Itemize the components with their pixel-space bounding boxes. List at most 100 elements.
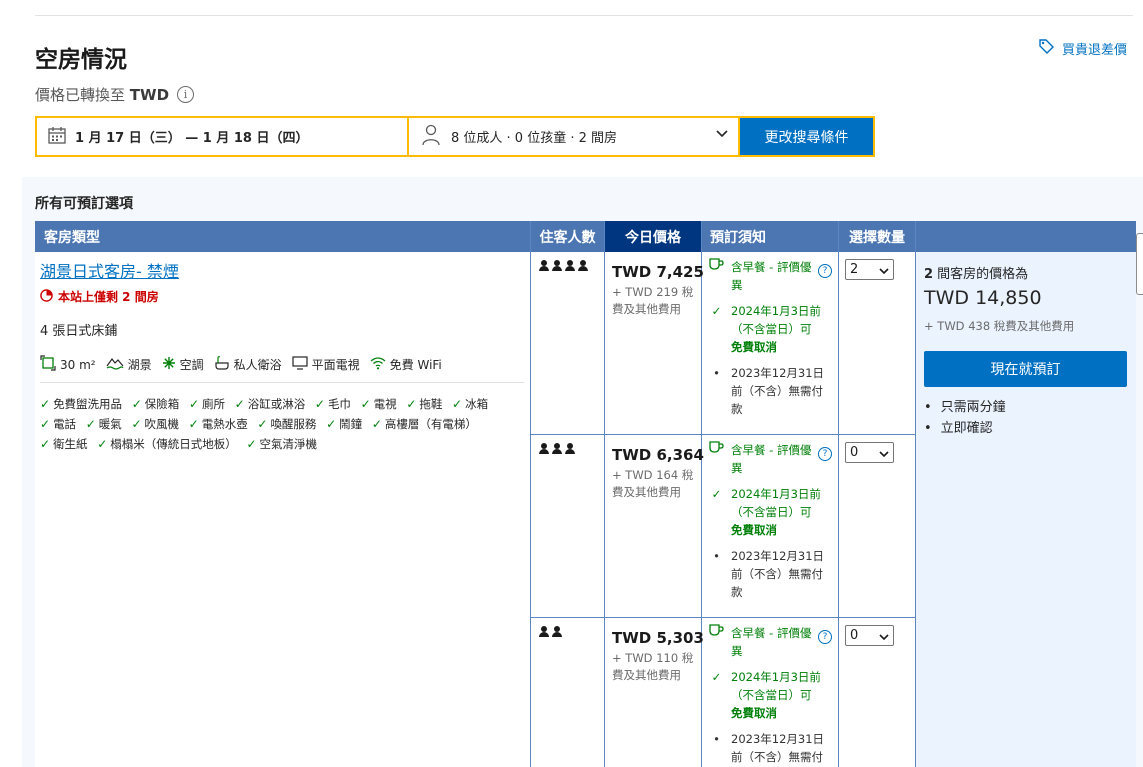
price-tax: + TWD 110 稅費及其他費用 [612, 651, 694, 682]
quantity-select[interactable]: 0 [845, 625, 894, 646]
quantity-select[interactable]: 2 [845, 259, 894, 280]
check-icon: ✓ [131, 397, 142, 411]
summary-bullets: 只需兩分鐘 立即確認 [924, 397, 1006, 439]
bullet-item: 只需兩分鐘 [924, 397, 1006, 418]
check-icon: ✓ [711, 304, 722, 318]
chevron-down-icon [879, 448, 889, 463]
change-search-button[interactable]: 更改搜尋條件 [740, 118, 873, 155]
guests-selector[interactable]: 8 位成人 · 0 位孩童 · 2 間房 [409, 118, 738, 155]
check-icon: ✓ [188, 417, 199, 431]
person-icon [577, 260, 589, 272]
bed-info: 4 張日式床鋪 [40, 324, 118, 339]
room-name-link[interactable]: 湖景日式客房- 禁煙 [40, 258, 179, 282]
side-feedback-tab[interactable] [1136, 233, 1143, 295]
currency-note: 價格已轉換至 TWD i [35, 84, 195, 105]
room-size-icon [40, 355, 56, 374]
person-icon [564, 260, 576, 272]
summary-count: 2 間客房的價格為 [924, 267, 1029, 282]
amenity-list: ✓ 免費盥洗用品 ✓ 保險箱 ✓ 廁所 ✓ 浴缸或淋浴 ✓ 毛巾 ✓ 電視 ✓ 拖鞋 ✓ 冰箱 … [40, 394, 520, 454]
amenity-item: ✓ 廁所 [189, 394, 225, 414]
meal-text: 含早餐 - 評價優異 [731, 626, 812, 658]
check-icon: ✓ [257, 417, 268, 431]
price-amount: TWD 7,425 [612, 263, 704, 281]
check-icon: ✓ [234, 397, 245, 411]
facility-item: 平面電視 [292, 356, 360, 373]
tv-icon [292, 356, 308, 373]
bullet-icon: • [713, 366, 720, 380]
header-conditions: 預訂須知 [702, 221, 838, 252]
check-icon: ✓ [360, 397, 371, 411]
help-icon[interactable]: ? [818, 630, 832, 644]
facility-item: 30 m² [40, 355, 96, 374]
cancel-text: 2024年1月3日前（不含當日）可 免費取消 [731, 304, 821, 354]
occupancy-icons [538, 443, 576, 455]
bathtub-icon [214, 355, 230, 374]
meal-text: 含早餐 - 評價優異 [731, 260, 812, 292]
price-tax: + TWD 164 稅費及其他費用 [612, 468, 694, 499]
currency-prefix: 價格已轉換至 [35, 86, 126, 104]
person-icon [421, 124, 441, 150]
check-icon: ✓ [40, 417, 51, 431]
amenity-item: ✓ 免費盥洗用品 [40, 394, 122, 414]
check-icon: ✓ [711, 487, 722, 501]
person-icon [538, 626, 550, 638]
chevron-down-icon [716, 128, 728, 144]
pie-clock-icon [40, 288, 53, 305]
amenity-item: ✓ 吹風機 [131, 414, 179, 434]
section-title: 所有可預訂選項 [35, 196, 133, 212]
bullet-icon: • [713, 732, 720, 746]
header-select: 選擇數量 [839, 221, 915, 252]
divider [40, 382, 524, 383]
page-title: 空房情況 [35, 47, 127, 73]
summary-tax: + TWD 438 稅費及其他費用 [924, 319, 1075, 333]
bullet-icon: • [713, 549, 720, 563]
info-icon[interactable]: i [177, 86, 195, 103]
check-icon: ✓ [452, 397, 463, 411]
divider [530, 221, 531, 767]
date-picker[interactable]: 1 月 17 日（三） — 1 月 18 日（四） [37, 118, 407, 155]
coffee-cup-icon [708, 441, 725, 477]
help-icon[interactable]: ? [818, 447, 832, 461]
amenity-item: ✓ 電話 [40, 414, 76, 434]
bullet-item: 立即確認 [924, 418, 1006, 439]
chevron-down-icon [879, 631, 889, 646]
divider [838, 221, 839, 767]
amenity-item: ✓ 衛生紙 [40, 434, 88, 454]
help-icon[interactable]: ? [818, 264, 832, 278]
conditions-cell: 含早餐 - 評價優異 ? ✓ 2024年1月3日前（不含當日）可 免費取消 • 2… [708, 624, 834, 767]
check-icon: ✓ [40, 437, 51, 451]
guests-value: 8 位成人 · 0 位孩童 · 2 間房 [451, 131, 618, 146]
meal-text: 含早餐 - 評價優異 [731, 443, 812, 475]
pay-text: 2023年12月31日前（不含）無需付款 [731, 366, 825, 416]
amenity-item: ✓ 保險箱 [132, 394, 180, 414]
amenity-item: ✓ 電視 [361, 394, 397, 414]
scarcity-badge: 本站上僅剩 2 間房 [40, 288, 159, 305]
amenity-item: ✓ 空氣清淨機 [246, 434, 317, 454]
person-icon [538, 260, 550, 272]
tag-icon [1038, 38, 1054, 58]
book-now-button[interactable]: 現在就預訂 [924, 351, 1127, 387]
chevron-down-icon [879, 265, 889, 280]
header-summary [916, 221, 1136, 252]
check-icon: ✓ [371, 417, 382, 431]
occupancy-icons [538, 260, 589, 272]
person-icon [564, 443, 576, 455]
amenity-item: ✓ 毛巾 [315, 394, 351, 414]
option-price: TWD 6,364 + TWD 164 稅費及其他費用 [612, 446, 704, 501]
wifi-icon [370, 356, 386, 373]
calendar-icon [47, 125, 67, 149]
price-match-link[interactable]: 買貴退差價 [1038, 38, 1127, 58]
person-icon [551, 260, 563, 272]
check-icon: ✓ [131, 417, 142, 431]
check-icon: ✓ [326, 417, 337, 431]
divider [530, 617, 916, 618]
facility-item: 空調 [162, 356, 204, 373]
facility-list: 30 m² 湖景 空調 私人衛浴 平面電視 免費 WiFi [40, 355, 442, 374]
amenity-item: ✓ 電熱水壺 [189, 414, 248, 434]
header-price: 今日價格 [605, 221, 701, 252]
pay-text: 2023年12月31日前（不含）無需付款 [731, 549, 825, 599]
availability-page: 空房情況 買貴退差價 價格已轉換至 TWD i 1 月 17 日（三） — 1 … [0, 0, 1143, 767]
divider [915, 221, 916, 767]
quantity-select[interactable]: 0 [845, 442, 894, 463]
check-icon: ✓ [711, 670, 722, 684]
